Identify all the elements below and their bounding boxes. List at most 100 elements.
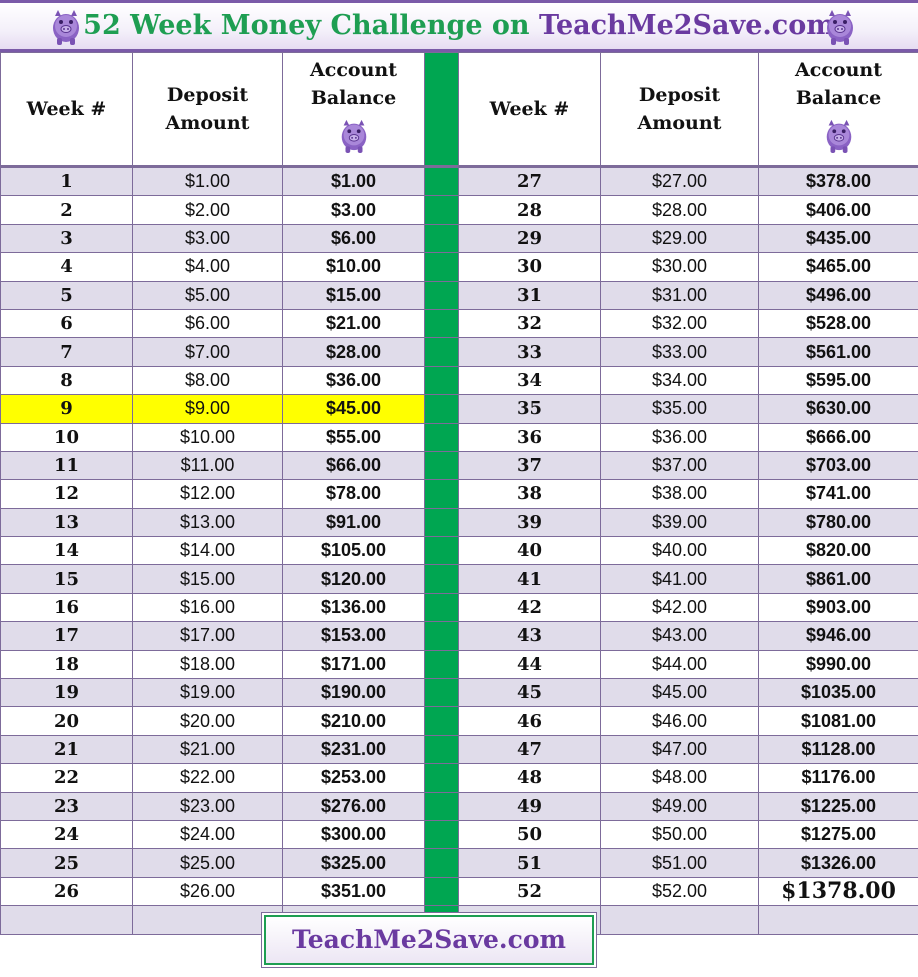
week-cell: 34: [458, 365, 601, 396]
week-cell: 14: [0, 536, 133, 566]
green-divider: [424, 536, 459, 566]
column-header-week-right: Week #: [458, 52, 601, 168]
balance-cell: $630.00: [758, 394, 918, 424]
week-cell: 45: [458, 678, 601, 708]
green-divider: [424, 450, 459, 481]
balance-cell: $190.00: [282, 678, 425, 708]
balance-cell: $21.00: [282, 308, 425, 339]
deposit-cell: $20.00: [132, 706, 283, 736]
balance-cell: $153.00: [282, 621, 425, 651]
week-cell: 9: [0, 394, 133, 424]
deposit-cell: $19.00: [132, 678, 283, 708]
deposit-cell: $17.00: [132, 621, 283, 651]
week-cell: 10: [0, 422, 133, 452]
week-cell: 26: [0, 876, 133, 907]
week-cell: 43: [458, 621, 601, 651]
piggy-bank-icon: [822, 116, 856, 154]
balance-cell: $1225.00: [758, 791, 918, 821]
deposit-cell: $1.00: [132, 165, 283, 197]
balance-cell: $946.00: [758, 621, 918, 651]
balance-cell: $1326.00: [758, 848, 918, 878]
balance-cell: $465.00: [758, 252, 918, 282]
week-cell: 31: [458, 280, 601, 310]
balance-cell: $78.00: [282, 479, 425, 509]
green-divider: [424, 791, 459, 821]
balance-cell: $325.00: [282, 848, 425, 878]
deposit-cell: $6.00: [132, 308, 283, 339]
balance-cell: $28.00: [282, 337, 425, 367]
table-row: 5 $5.00 $15.00 31 $31.00 $496.00: [0, 280, 918, 310]
green-divider: [424, 734, 459, 765]
table-row: 26 $26.00 $351.00 52 $52.00 $1378.00: [0, 876, 918, 907]
week-cell: 41: [458, 564, 601, 594]
green-divider: [424, 365, 459, 396]
week-cell: 16: [0, 592, 133, 623]
deposit-cell: $8.00: [132, 365, 283, 396]
green-divider: [424, 422, 459, 452]
deposit-cell: $36.00: [600, 422, 759, 452]
deposit-cell: $2.00: [132, 195, 283, 225]
deposit-cell: $4.00: [132, 252, 283, 282]
week-cell: 37: [458, 450, 601, 481]
deposit-cell: $30.00: [600, 252, 759, 282]
table-row: 21 $21.00 $231.00 47 $47.00 $1128.00: [0, 734, 918, 765]
balance-cell: $3.00: [282, 195, 425, 225]
deposit-cell: $50.00: [600, 819, 759, 850]
table-row: 19 $19.00 $190.00 45 $45.00 $1035.00: [0, 678, 918, 708]
balance-cell: $378.00: [758, 165, 918, 197]
table-row: 1 $1.00 $1.00 27 $27.00 $378.00: [0, 165, 918, 197]
balance-cell: $1035.00: [758, 678, 918, 708]
balance-cell: $435.00: [758, 223, 918, 254]
week-cell: 23: [0, 791, 133, 821]
table-row: 9 $9.00 $45.00 35 $35.00 $630.00: [0, 394, 918, 424]
week-cell: 50: [458, 819, 601, 850]
week-cell: 6: [0, 308, 133, 339]
deposit-cell: $33.00: [600, 337, 759, 367]
balance-cell: $15.00: [282, 280, 425, 310]
balance-cell: $105.00: [282, 536, 425, 566]
balance-cell: $351.00: [282, 876, 425, 907]
deposit-cell: $32.00: [600, 308, 759, 339]
deposit-cell: $3.00: [132, 223, 283, 254]
week-cell: 21: [0, 734, 133, 765]
balance-cell: $820.00: [758, 536, 918, 566]
week-cell: 44: [458, 649, 601, 680]
table-row: 6 $6.00 $21.00 32 $32.00 $528.00: [0, 308, 918, 339]
balance-cell: $6.00: [282, 223, 425, 254]
deposit-cell: $43.00: [600, 621, 759, 651]
balance-cell: $406.00: [758, 195, 918, 225]
deposit-cell: $40.00: [600, 536, 759, 566]
table-row: 11 $11.00 $66.00 37 $37.00 $703.00: [0, 450, 918, 481]
deposit-cell: $47.00: [600, 734, 759, 765]
week-cell: 27: [458, 165, 601, 197]
balance-cell: $666.00: [758, 422, 918, 452]
week-cell: 24: [0, 819, 133, 850]
deposit-cell: $37.00: [600, 450, 759, 481]
week-cell: 4: [0, 252, 133, 282]
deposit-cell: $5.00: [132, 280, 283, 310]
green-divider: [424, 337, 459, 367]
deposit-cell: $27.00: [600, 165, 759, 197]
balance-cell: $45.00: [282, 394, 425, 424]
balance-cell: $741.00: [758, 479, 918, 509]
deposit-cell: $46.00: [600, 706, 759, 736]
balance-cell: $1128.00: [758, 734, 918, 765]
balance-cell: $1378.00: [758, 876, 918, 907]
week-cell: 33: [458, 337, 601, 367]
table-row: 7 $7.00 $28.00 33 $33.00 $561.00: [0, 337, 918, 367]
column-header-deposit: Deposit Amount: [132, 52, 283, 168]
table-row: 4 $4.00 $10.00 30 $30.00 $465.00: [0, 252, 918, 282]
balance-cell: $1.00: [282, 165, 425, 197]
green-divider: [424, 165, 459, 197]
deposit-cell: $31.00: [600, 280, 759, 310]
green-divider: [424, 507, 459, 538]
footer-brand: TeachMe2Save.com: [264, 915, 594, 965]
column-header-balance-right: Account Balance: [758, 52, 918, 168]
balance-cell: $561.00: [758, 337, 918, 367]
deposit-cell: $45.00: [600, 678, 759, 708]
balance-cell: $990.00: [758, 649, 918, 680]
balance-cell: $903.00: [758, 592, 918, 623]
week-cell: 11: [0, 450, 133, 481]
balance-cell: $496.00: [758, 280, 918, 310]
week-cell: 22: [0, 763, 133, 793]
